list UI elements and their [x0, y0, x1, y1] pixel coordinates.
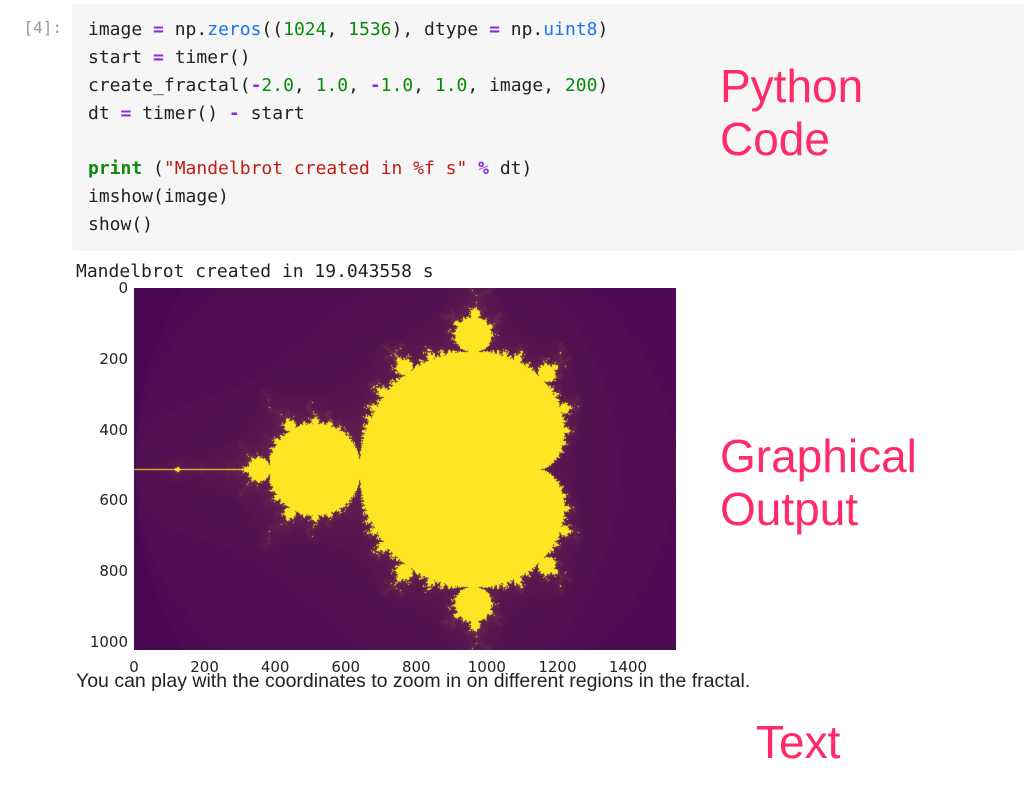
stdout-text: Mandelbrot created in 19.043558 s	[76, 261, 1008, 282]
x-tick-label: 400	[261, 658, 290, 676]
y-tick-label: 400	[78, 421, 128, 439]
cell-prompt: [4]:	[0, 4, 72, 37]
x-tick-label: 800	[402, 658, 431, 676]
y-tick-label: 600	[78, 491, 128, 509]
notebook-code-cell: [4]: image = np.zeros((1024, 1536), dtyp…	[0, 0, 1024, 251]
y-tick-label: 0	[78, 279, 128, 297]
annotation-text: Text	[756, 716, 840, 769]
x-tick-label: 200	[190, 658, 219, 676]
x-tick-label: 1400	[609, 658, 647, 676]
x-tick-label: 1000	[468, 658, 506, 676]
cell-output-area: Mandelbrot created in 19.043558 s 0 200 40…	[72, 251, 1024, 650]
code-input-area[interactable]: image = np.zeros((1024, 1536), dtype = n…	[72, 4, 1024, 251]
x-tick-label: 1200	[538, 658, 576, 676]
mandelbrot-plot	[134, 288, 676, 650]
y-tick-label: 1000	[78, 633, 128, 651]
y-tick-label: 200	[78, 350, 128, 368]
matplotlib-figure: 02004006008001000 0200400600800100012001…	[76, 288, 676, 650]
x-tick-label: 600	[331, 658, 360, 676]
y-tick-label: 800	[78, 562, 128, 580]
x-tick-label: 0	[129, 658, 139, 676]
